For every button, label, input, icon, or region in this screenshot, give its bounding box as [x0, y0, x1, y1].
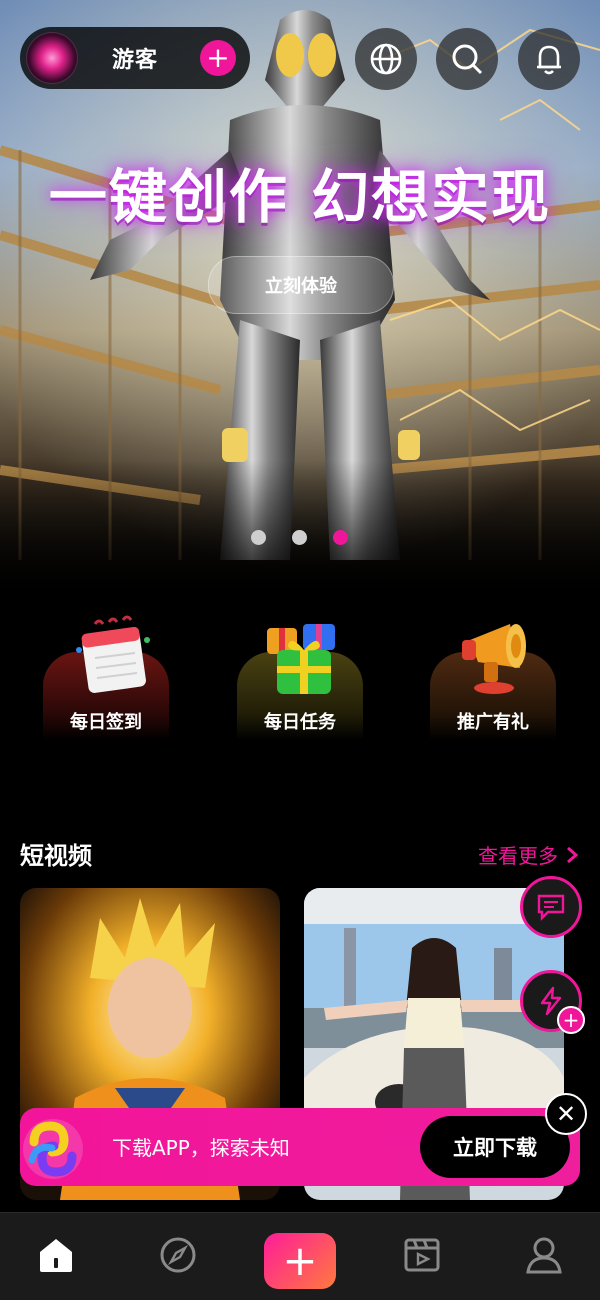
chevron-right-icon [567, 846, 578, 863]
try-now-button[interactable]: 立刻体验 [208, 256, 394, 314]
discover-icon[interactable] [150, 1227, 206, 1283]
app-logo-icon [23, 1119, 83, 1179]
daily-task-shortcut[interactable]: 每日任务 [237, 624, 363, 740]
video-icon[interactable] [394, 1227, 450, 1283]
shortcut-label: 每日签到 [70, 712, 142, 733]
carousel-dot-2[interactable] [292, 530, 307, 545]
close-banner-button[interactable]: ✕ [545, 1093, 587, 1135]
gift-icon [267, 624, 335, 694]
search-icon[interactable] [436, 28, 498, 90]
chat-button[interactable] [520, 876, 582, 938]
profile-icon[interactable] [516, 1227, 572, 1283]
create-button[interactable]: + [264, 1233, 336, 1289]
add-button[interactable]: + [200, 40, 236, 76]
daily-checkin-shortcut[interactable]: 每日签到 [43, 615, 169, 740]
megaphone-icon [462, 624, 526, 694]
calendar-icon [76, 615, 150, 693]
see-more-link[interactable]: 查看更多 [478, 840, 578, 869]
bottom-nav: + [0, 1212, 600, 1300]
avatar[interactable] [26, 32, 78, 84]
user-name: 游客 [112, 48, 159, 73]
banner-text: 下载APP，探索未知 [112, 1136, 290, 1160]
boost-plus-icon: + [557, 1006, 585, 1034]
user-pill[interactable]: 游客 + [20, 27, 250, 89]
bell-icon[interactable] [518, 28, 580, 90]
see-more-label: 查看更多 [478, 844, 558, 868]
shortcut-label: 推广有礼 [457, 712, 529, 733]
globe-icon[interactable] [355, 28, 417, 90]
chat-icon [537, 894, 565, 921]
carousel-dot-1[interactable] [251, 530, 266, 545]
carousel-dot-3[interactable] [333, 530, 348, 545]
home-icon[interactable] [28, 1227, 84, 1283]
hero-title: 一键创作 幻想实现 [48, 163, 552, 231]
shortcut-label: 每日任务 [264, 712, 336, 733]
section-title: 短视频 [20, 842, 92, 870]
download-banner[interactable]: 下载APP，探索未知 立即下载 [20, 1108, 580, 1186]
referral-shortcut[interactable]: 推广有礼 [430, 624, 556, 740]
hero-banner[interactable]: 游客 + 一键创作 幻想实现 立刻体验 [0, 0, 600, 600]
